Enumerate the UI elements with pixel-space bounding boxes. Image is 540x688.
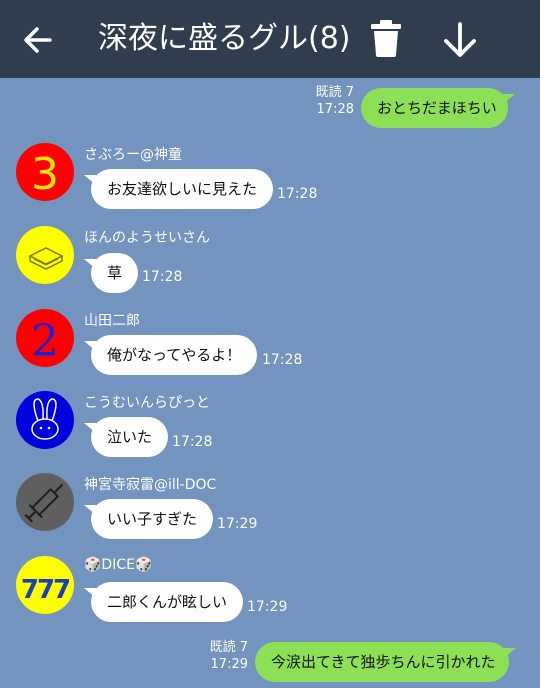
message-row-incoming: ほんのようせいさん 草 17:28	[0, 223, 540, 303]
message-row-outgoing: 既読 7 17:29 今涙出てきて独歩ちんに引かれた	[0, 634, 540, 688]
number-2-avatar[interactable]: 2	[16, 309, 74, 367]
sender-name: こうむいんらぴっと	[84, 395, 210, 411]
rabbit-avatar[interactable]	[16, 391, 74, 449]
message-bubble[interactable]: 俺がなってやるよ！	[83, 335, 258, 375]
message-bubble[interactable]: 泣いた	[83, 417, 169, 457]
message-bubble[interactable]: おとちだまほちい	[361, 88, 515, 128]
trash-icon[interactable]	[368, 18, 404, 58]
message-row-incoming: 神宮寺寂雷@ill-DOC いい子すぎた 17:29	[0, 470, 540, 550]
message-bubble[interactable]: 二郎くんが眩しい	[83, 582, 244, 622]
syringe-avatar[interactable]	[16, 473, 74, 531]
svg-text:3: 3	[31, 149, 59, 200]
message-bubble[interactable]: いい子すぎた	[83, 499, 214, 539]
svg-text:777: 777	[21, 575, 70, 605]
read-receipt: 既読 7 17:29	[188, 639, 248, 673]
svg-text:2: 2	[31, 316, 59, 367]
777-avatar[interactable]: 777	[16, 556, 74, 614]
message-bubble[interactable]: お友達欲しいに見えた	[83, 169, 274, 209]
sender-name: ほんのようせいさん	[84, 230, 210, 246]
read-count: 既読 7	[315, 85, 354, 100]
message-row-incoming: 2 山田二郎 俺がなってやるよ！ 17:28	[0, 306, 540, 386]
sender-name: 神宮寺寂雷@ill-DOC	[84, 477, 217, 493]
read-receipt: 既読 7 17:28	[294, 84, 354, 118]
message-row-incoming: こうむいんらぴっと 泣いた 17:28	[0, 388, 540, 468]
sender-name: 🎲DICE🎲	[84, 557, 153, 573]
chat-header: 深夜に盛るグル(8)	[0, 0, 540, 78]
message-time: 17:28	[142, 269, 183, 285]
message-time: 17:28	[172, 434, 213, 450]
message-time: 17:28	[277, 186, 318, 202]
arrow-down-icon[interactable]	[440, 20, 480, 60]
book-avatar[interactable]	[16, 226, 74, 284]
message-time: 17:28	[316, 102, 354, 117]
read-count: 既読 7	[209, 640, 248, 655]
message-time: 17:28	[262, 352, 303, 368]
arrow-left-icon[interactable]	[20, 22, 56, 58]
message-row-incoming: 3 さぶろー@神童 お友達欲しいに見えた 17:28	[0, 140, 540, 220]
sender-name: さぶろー@神童	[84, 147, 182, 163]
message-time: 17:29	[210, 657, 248, 672]
chat-title: 深夜に盛るグル(8)	[98, 21, 351, 56]
message-row-incoming: 777 🎲DICE🎲 二郎くんが眩しい 17:29	[0, 553, 540, 633]
number-3-avatar[interactable]: 3	[16, 143, 74, 201]
message-time: 17:29	[217, 516, 258, 532]
sender-name: 山田二郎	[84, 313, 140, 329]
message-bubble[interactable]: 今涙出てきて独歩ちんに引かれた	[255, 642, 516, 682]
message-bubble[interactable]: 草	[83, 253, 139, 293]
message-row-outgoing: 既読 7 17:28 おとちだまほちい	[0, 80, 540, 130]
message-time: 17:29	[247, 599, 288, 615]
